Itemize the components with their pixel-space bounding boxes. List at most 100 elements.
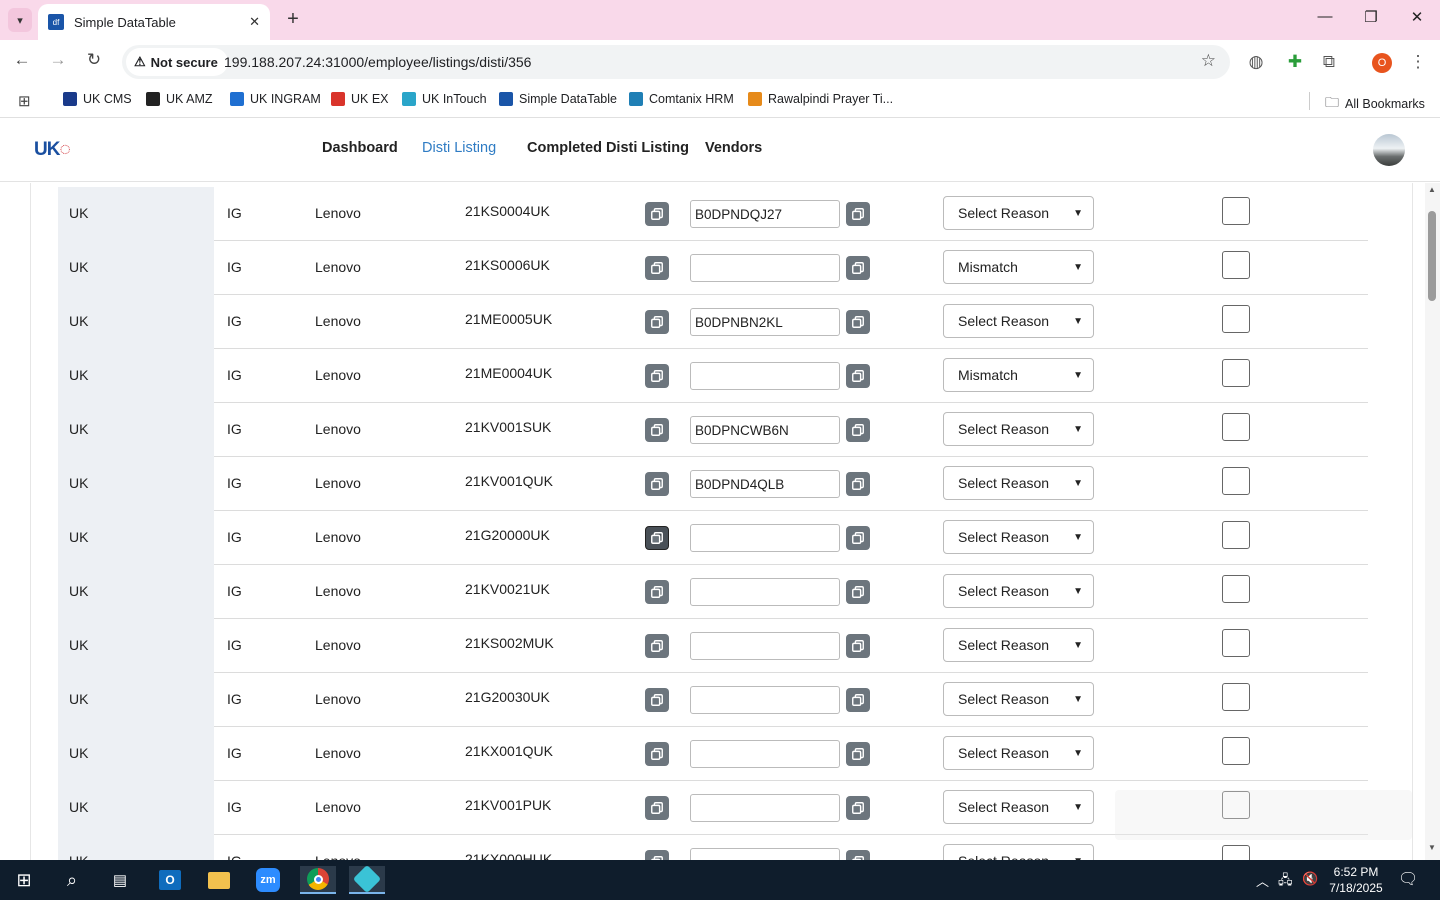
file-explorer-icon[interactable] — [201, 866, 237, 894]
translate-icon[interactable]: ◍ — [1244, 52, 1268, 72]
row-checkbox[interactable] — [1222, 359, 1250, 387]
scroll-thumb[interactable] — [1428, 211, 1436, 301]
row-checkbox[interactable] — [1222, 197, 1250, 225]
bookmark-item[interactable]: UK InTouch — [402, 92, 487, 106]
app-icon[interactable] — [349, 864, 385, 894]
scroll-down-icon[interactable]: ▼ — [1428, 843, 1436, 852]
copy-asin-button[interactable] — [846, 742, 870, 766]
reason-select[interactable]: Select Reason▼ — [943, 304, 1094, 338]
asin-input[interactable] — [690, 308, 840, 336]
reason-select[interactable]: Select Reason▼ — [943, 412, 1094, 446]
copy-asin-button[interactable] — [846, 580, 870, 604]
reason-select[interactable]: Mismatch ▼ — [943, 358, 1094, 392]
task-view-icon[interactable]: ▤ — [102, 866, 138, 894]
reason-select[interactable]: Select Reason▼ — [943, 844, 1094, 860]
scroll-up-icon[interactable]: ▲ — [1428, 185, 1436, 194]
copy-sku-button[interactable] — [645, 472, 669, 496]
asin-input[interactable] — [690, 740, 840, 768]
copy-asin-button[interactable] — [846, 418, 870, 442]
copy-asin-button[interactable] — [846, 256, 870, 280]
row-checkbox[interactable] — [1222, 305, 1250, 333]
row-checkbox[interactable] — [1222, 575, 1250, 603]
extensions-puzzle-icon[interactable]: ⧉ — [1317, 52, 1341, 72]
asin-input[interactable] — [690, 416, 840, 444]
asin-input[interactable] — [690, 362, 840, 390]
copy-asin-button[interactable] — [846, 364, 870, 388]
outlook-icon[interactable]: O — [152, 866, 188, 894]
extension-plus-icon[interactable]: ✚ — [1283, 52, 1307, 72]
asin-input[interactable] — [690, 200, 840, 228]
row-checkbox[interactable] — [1222, 521, 1250, 549]
volume-muted-icon[interactable]: 🔇 — [1302, 871, 1318, 887]
nav-dashboard[interactable]: Dashboard — [322, 140, 398, 156]
asin-input[interactable] — [690, 794, 840, 822]
reason-select[interactable]: Select Reason▼ — [943, 790, 1094, 824]
reason-select[interactable]: Select Reason▼ — [943, 196, 1094, 230]
tab-search-icon[interactable]: ▾ — [8, 8, 32, 32]
bookmark-item[interactable]: Simple DataTable — [499, 92, 617, 106]
copy-asin-button[interactable] — [846, 310, 870, 334]
copy-sku-button[interactable] — [645, 850, 669, 860]
copy-sku-button[interactable] — [645, 418, 669, 442]
row-checkbox[interactable] — [1222, 629, 1250, 657]
asin-input[interactable] — [690, 632, 840, 660]
search-icon[interactable]: ⌕ — [54, 866, 90, 894]
apps-grid-icon[interactable]: ⊞ — [18, 92, 31, 110]
new-tab-icon[interactable]: + — [282, 8, 304, 31]
system-clock[interactable]: 6:52 PM 7/18/2025 — [1318, 864, 1394, 896]
page-scrollbar[interactable]: ▲ ▼ — [1425, 183, 1440, 860]
row-checkbox[interactable] — [1222, 413, 1250, 441]
menu-kebab-icon[interactable]: ⋮ — [1406, 52, 1430, 72]
bookmark-item[interactable]: Rawalpindi Prayer Ti... — [748, 92, 893, 106]
copy-sku-button[interactable] — [645, 256, 669, 280]
url-text[interactable]: 199.188.207.24:31000/employee/listings/d… — [224, 54, 531, 70]
tab-close-icon[interactable]: ✕ — [249, 14, 260, 30]
browser-tab[interactable]: df Simple DataTable ✕ — [38, 4, 270, 40]
asin-input[interactable] — [690, 470, 840, 498]
row-checkbox[interactable] — [1222, 467, 1250, 495]
copy-sku-button[interactable] — [645, 796, 669, 820]
minimize-icon[interactable]: — — [1310, 8, 1340, 25]
copy-asin-button[interactable] — [846, 634, 870, 658]
copy-asin-button[interactable] — [846, 202, 870, 226]
reason-select[interactable]: Select Reason▼ — [943, 682, 1094, 716]
copy-asin-button[interactable] — [846, 688, 870, 712]
nav-vendors[interactable]: Vendors — [705, 140, 762, 156]
reason-select[interactable]: Select Reason▼ — [943, 520, 1094, 554]
chrome-icon[interactable] — [300, 866, 336, 894]
profile-avatar[interactable]: O — [1372, 53, 1392, 73]
bookmark-item[interactable]: UK CMS — [63, 92, 132, 106]
start-icon[interactable]: ⊞ — [6, 866, 42, 894]
asin-input[interactable] — [690, 254, 840, 282]
copy-sku-button[interactable] — [645, 742, 669, 766]
copy-sku-button[interactable] — [645, 688, 669, 712]
copy-sku-button[interactable] — [645, 310, 669, 334]
copy-sku-button[interactable] — [645, 202, 669, 226]
network-icon[interactable]: 🖧 — [1278, 871, 1293, 893]
copy-sku-button[interactable] — [645, 526, 669, 550]
back-icon[interactable]: ← — [10, 50, 34, 70]
reason-select[interactable]: Select Reason▼ — [943, 628, 1094, 662]
reason-select[interactable]: Select Reason▼ — [943, 736, 1094, 770]
omnibox[interactable]: ⚠ Not secure 199.188.207.24:31000/employ… — [122, 45, 1230, 79]
site-logo[interactable]: UK◌ — [34, 139, 71, 161]
zoom-icon[interactable]: zm — [250, 866, 286, 894]
restore-icon[interactable]: ❐ — [1356, 8, 1386, 26]
bookmark-star-icon[interactable]: ☆ — [1201, 51, 1216, 71]
copy-asin-button[interactable] — [846, 850, 870, 860]
asin-input[interactable] — [690, 578, 840, 606]
tray-chevron-icon[interactable]: ︿ — [1256, 871, 1269, 890]
bookmark-item[interactable]: UK EX — [331, 92, 389, 106]
reload-icon[interactable]: ↻ — [82, 50, 106, 70]
row-checkbox[interactable] — [1222, 737, 1250, 765]
user-avatar[interactable] — [1373, 134, 1405, 166]
reason-select[interactable]: Select Reason▼ — [943, 574, 1094, 608]
bookmark-item[interactable]: UK AMZ — [146, 92, 213, 106]
security-chip[interactable]: ⚠ Not secure — [126, 48, 228, 76]
copy-sku-button[interactable] — [645, 580, 669, 604]
bookmark-item[interactable]: UK INGRAM — [230, 92, 321, 106]
forward-icon[interactable]: → — [46, 50, 70, 70]
copy-asin-button[interactable] — [846, 472, 870, 496]
bookmark-item[interactable]: Comtanix HRM — [629, 92, 734, 106]
all-bookmarks[interactable]: 🗀 All Bookmarks — [1325, 92, 1425, 116]
